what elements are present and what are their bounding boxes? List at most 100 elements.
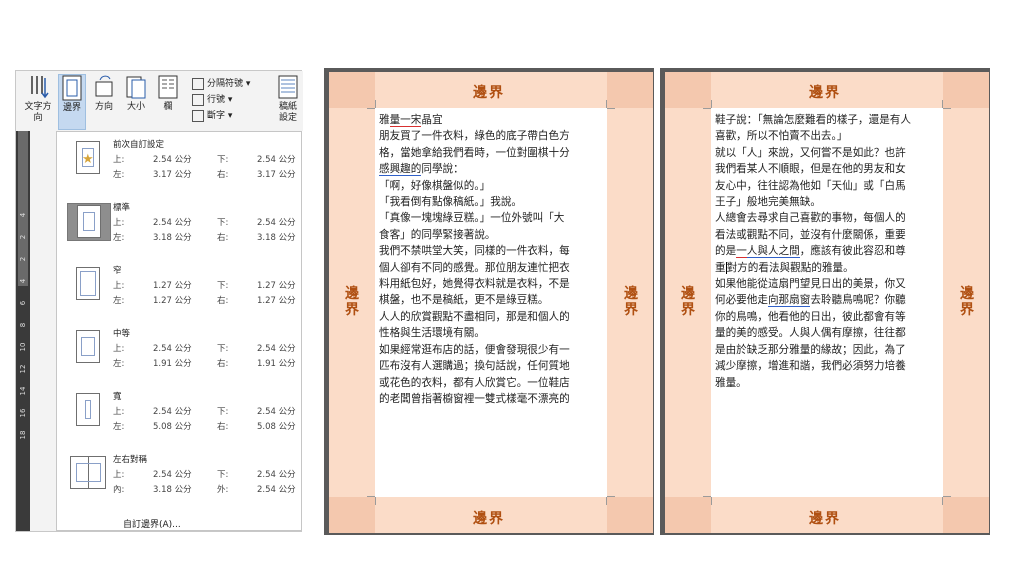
margin-preset-2[interactable]: 窄上: 1.27 公分 下: 1.27 公分 左: 1.27 公分 右: 1.27 公分 — [57, 262, 301, 320]
text-line: 或花色的衣料，都有人欣賞它。一位鞋店 — [379, 376, 570, 389]
margins-button[interactable]: 邊界 — [58, 74, 86, 130]
page-1-content[interactable]: 雅量一宋晶宜朋友買了一件衣料，綠色的底子帶白色方 格，當她拿給我們看時，一位對圍棋… — [375, 108, 607, 497]
preset-value: 下: — [217, 344, 229, 354]
corner-bottom-left — [665, 497, 711, 533]
preset-value: 2.54 公分 — [153, 470, 192, 480]
margin-preset-1[interactable]: 標準 上: 2.54 公分 下: 2.54 公分 左: 3.18 公分 右: 3.18 公分 — [57, 199, 301, 257]
text-line: 「真像一塊塊綠豆糕。」一位外號叫「大 — [379, 212, 565, 225]
preset-value: 2.54 公分 — [257, 407, 296, 417]
hyphenation-button[interactable]: 斷字 ▾ — [192, 109, 232, 123]
preset-value: 左: — [113, 296, 125, 306]
text-line: 朋友買了一件衣料，綠色的底子帶白色方 — [379, 130, 570, 143]
preset-value: 上: — [113, 281, 125, 291]
corner-top-right — [607, 72, 653, 108]
text-line: 我們不禁哄堂大笑，同樣的一件衣料，每 — [379, 245, 570, 258]
margin-preview-icon — [67, 329, 109, 365]
margin-label-top: 邊界 — [473, 85, 505, 101]
text-line: 的老闆曾指著櫥窗裡一雙式樣毫不漂亮的 — [379, 392, 570, 405]
preset-value: 左: — [113, 170, 125, 180]
text-direction-label: 文字方 向 — [24, 102, 52, 123]
preset-value: 上: — [113, 344, 125, 354]
corner-bottom-right — [607, 497, 653, 533]
preset-value: 2.54 公分 — [153, 344, 192, 354]
preset-value: 3.17 公分 — [153, 170, 192, 180]
text-line: 減少摩擦，增進和諧，我們必須努力培養 — [715, 360, 906, 373]
preset-value: 右: — [217, 359, 229, 369]
preset-value: 2.54 公分 — [257, 485, 296, 495]
line-numbers-label: 行號 — [207, 95, 226, 105]
ruler-number: 4 — [19, 278, 27, 284]
ruler-number: 2 — [19, 234, 27, 240]
preset-name: 寬 — [113, 392, 122, 402]
ruler-number: 8 — [19, 322, 27, 328]
preset-value: 2.54 公分 — [257, 218, 296, 228]
preset-value: 3.18 公分 — [153, 485, 192, 495]
preset-value: 1.91 公分 — [257, 359, 296, 369]
margin-preset-0[interactable]: ★ 前次自訂設定 上: 2.54 公分 下: 2.54 公分 左: 3.17 公分 右: 3.17… — [57, 136, 301, 194]
breaks-button[interactable]: 分隔符號 ▾ — [192, 77, 250, 91]
page-2-content[interactable]: 鞋子說：「無論怎麼難看的樣子，還是有人 喜歡，所以不怕賣不出去。」 就以「人」來說，… — [711, 108, 943, 497]
text-line: 友心中，往往認為他如「天仙」或「白馬 — [715, 179, 906, 192]
manuscript-label: 稿紙 設定 — [278, 102, 297, 123]
breaks-label: 分隔符號 — [207, 79, 244, 89]
text-line: 食客」的同學緊接著說。 — [379, 228, 496, 241]
preset-value: 外: — [217, 485, 229, 495]
manuscript-settings-button[interactable]: 稿紙 設定 — [274, 74, 302, 130]
preset-value: 下: — [217, 281, 229, 291]
preset-value: 1.27 公分 — [153, 281, 192, 291]
ruler-number: 18 — [19, 430, 27, 440]
margin-label-bottom: 邊界 — [809, 511, 841, 527]
margin-preview-icon — [67, 392, 109, 428]
text-cursor — [725, 261, 727, 274]
preset-name: 前次自訂設定 — [113, 140, 165, 150]
preset-value: 下: — [217, 218, 229, 228]
manuscript-icon — [278, 75, 298, 99]
preset-value: 左: — [113, 422, 125, 432]
line-numbers-icon — [192, 93, 204, 106]
ruler-number: 2 — [19, 256, 27, 262]
text-line: 人總會去尋求自己喜歡的事物，每個人的 — [715, 212, 906, 225]
corner-bottom-right — [943, 497, 989, 533]
page-preview-2: 鞋子說：「無論怎麼難看的樣子，還是有人 喜歡，所以不怕賣不出去。」 就以「人」來說，… — [660, 68, 990, 535]
text-line: 「啊，好像棋盤似的。」 — [379, 179, 491, 192]
text-direction-button[interactable]: 文字方 向 — [20, 74, 56, 130]
preset-value: 上: — [113, 407, 125, 417]
columns-button[interactable]: 欄 — [154, 74, 182, 130]
margin-preview-icon — [67, 203, 111, 241]
page-size-icon — [126, 76, 146, 99]
text-line: 鞋子說：「無論怎麼難看的樣子，還是有人 — [715, 114, 911, 126]
ruler-number: 6 — [19, 300, 27, 306]
margin-preset-5[interactable]: 左右對稱 上: 2.54 公分 下: 2.54 公分 內: 3.18 公分 外: 2.54 公分 — [57, 451, 301, 509]
preset-value: 右: — [217, 422, 229, 432]
preset-value: 3.18 公分 — [257, 233, 296, 243]
preset-value: 2.54 公分 — [257, 344, 296, 354]
preset-value: 左: — [113, 359, 125, 369]
preset-value: 下: — [217, 407, 229, 417]
breaks-icon — [192, 77, 204, 90]
star-icon: ★ — [82, 152, 94, 167]
margin-label-left: 邊 界 — [345, 286, 359, 318]
ruler-number: 14 — [19, 386, 27, 396]
text-line: 格，當她拿給我們看時，一位對圍棋十分 — [379, 146, 570, 159]
text-line: 看法或觀點不同，並沒有什麼關係，重要 — [715, 228, 906, 241]
margin-preview-icon — [67, 266, 109, 302]
preset-value: 上: — [113, 470, 125, 480]
margins-icon — [62, 75, 82, 101]
text-line: 雅量一宋晶宜 — [379, 114, 443, 127]
preset-value: 1.91 公分 — [153, 359, 192, 369]
line-numbers-button[interactable]: 行號 ▾ — [192, 93, 232, 107]
preset-value: 1.27 公分 — [153, 296, 192, 306]
size-button[interactable]: 大小 — [122, 74, 150, 130]
page-2: 鞋子說：「無論怎麼難看的樣子，還是有人 喜歡，所以不怕賣不出去。」 就以「人」來說，… — [665, 72, 989, 533]
preset-value: 2.54 公分 — [257, 470, 296, 480]
margin-preset-3[interactable]: 中等 上: 2.54 公分 下: 2.54 公分 左: 1.91 公分 右: 1.91 公分 — [57, 325, 301, 383]
page-1-text: 雅量一宋晶宜朋友買了一件衣料，綠色的底子帶白色方 格，當她拿給我們看時，一位對圍棋… — [379, 112, 605, 407]
orientation-button[interactable]: 方向 — [90, 74, 118, 130]
margins-dropdown: ★ 前次自訂設定 上: 2.54 公分 下: 2.54 公分 左: 3.17 公分 右: 3.17… — [56, 131, 302, 531]
custom-margins-item[interactable]: 自訂邊界(A)... — [123, 517, 181, 530]
margin-preset-4[interactable]: 寬上: 2.54 公分 下: 2.54 公分 左: 5.08 公分 右: 5.08 公分 — [57, 388, 301, 446]
ruler-number: 4 — [19, 212, 27, 218]
corner-bottom-left — [329, 497, 375, 533]
page-2-text: 鞋子說：「無論怎麼難看的樣子，還是有人 喜歡，所以不怕賣不出去。」 就以「人」來說，… — [715, 112, 941, 391]
preset-name: 窄 — [113, 266, 122, 276]
